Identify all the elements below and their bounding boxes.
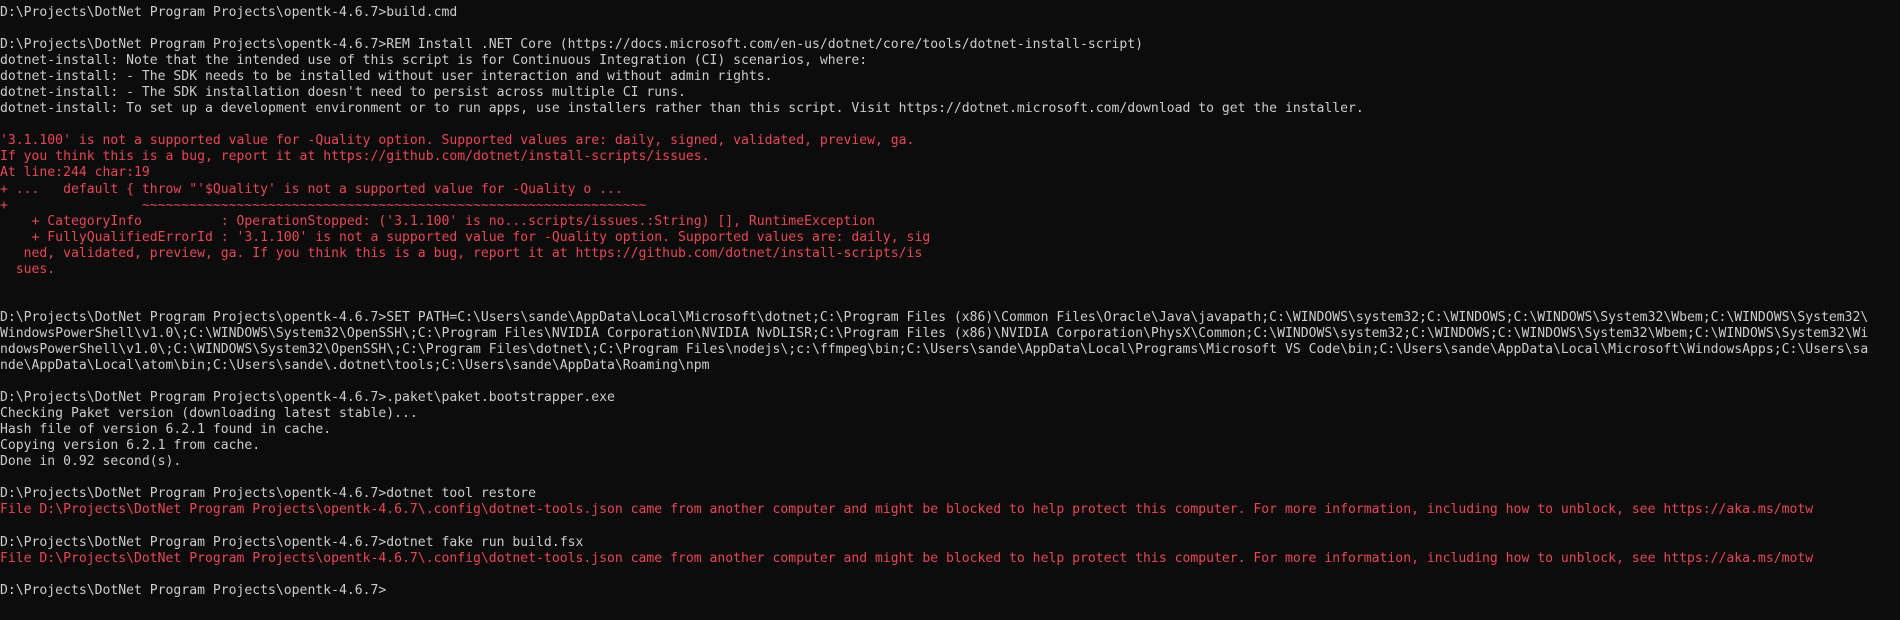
console-error-line: File D:\Projects\DotNet Program Projects… [0,502,1814,518]
console-line: D:\Projects\DotNet Program Projects\open… [0,390,615,406]
console-error-line: At line:244 char:19 [0,165,150,181]
console-line: Copying version 6.2.1 from cache. [0,438,261,454]
console-line: WindowsPowerShell\v1.0\;C:\WINDOWS\Syste… [0,325,1869,341]
console-error-line: + ~~~~~~~~~~~~~~~~~~~~~~~~~~~~~~~~~~~~~~… [0,197,647,213]
console-line: D:\Projects\DotNet Program Projects\open… [0,309,1869,325]
console-line: D:\Projects\DotNet Program Projects\open… [0,534,584,550]
console-line: dotnet-install: - The SDK needs to be in… [0,69,773,85]
console-line: D:\Projects\DotNet Program Projects\open… [0,486,537,502]
console-error-line: + CategoryInfo : OperationStopped: ('3.1… [0,213,876,229]
console-line: D:\Projects\DotNet Program Projects\open… [0,37,1144,53]
console-line: D:\Projects\DotNet Program Projects\open… [0,582,387,598]
console-error-line: + ... default { throw "'$Quality' is not… [0,181,623,197]
console-error-line: sues. [0,261,56,277]
console-line: ndowsPowerShell\v1.0\;C:\WINDOWS\System3… [0,341,1869,357]
console-error-line: ned, validated, preview, ga. If you thin… [0,245,923,261]
console-error-line: File D:\Projects\DotNet Program Projects… [0,550,1814,566]
console-error-line: + FullyQualifiedErrorId : '3.1.100' is n… [0,229,931,245]
console-line: Done in 0.92 second(s). [0,454,182,470]
console-line: dotnet-install: To set up a development … [0,101,1364,117]
console-error-line: If you think this is a bug, report it at… [0,149,710,165]
console-line: dotnet-install: Note that the intended u… [0,53,868,69]
console-line: nde\AppData\Local\atom\bin;C:\Users\sand… [0,358,710,374]
console-line: Checking Paket version (downloading late… [0,406,418,422]
console-line: Hash file of version 6.2.1 found in cach… [0,422,332,438]
console-output[interactable]: D:\Projects\DotNet Program Projects\open… [0,0,1900,620]
console-line: dotnet-install: - The SDK installation d… [0,85,686,101]
console-error-line: '3.1.100' is not a supported value for -… [0,133,915,149]
console-line: D:\Projects\DotNet Program Projects\open… [0,5,458,20]
